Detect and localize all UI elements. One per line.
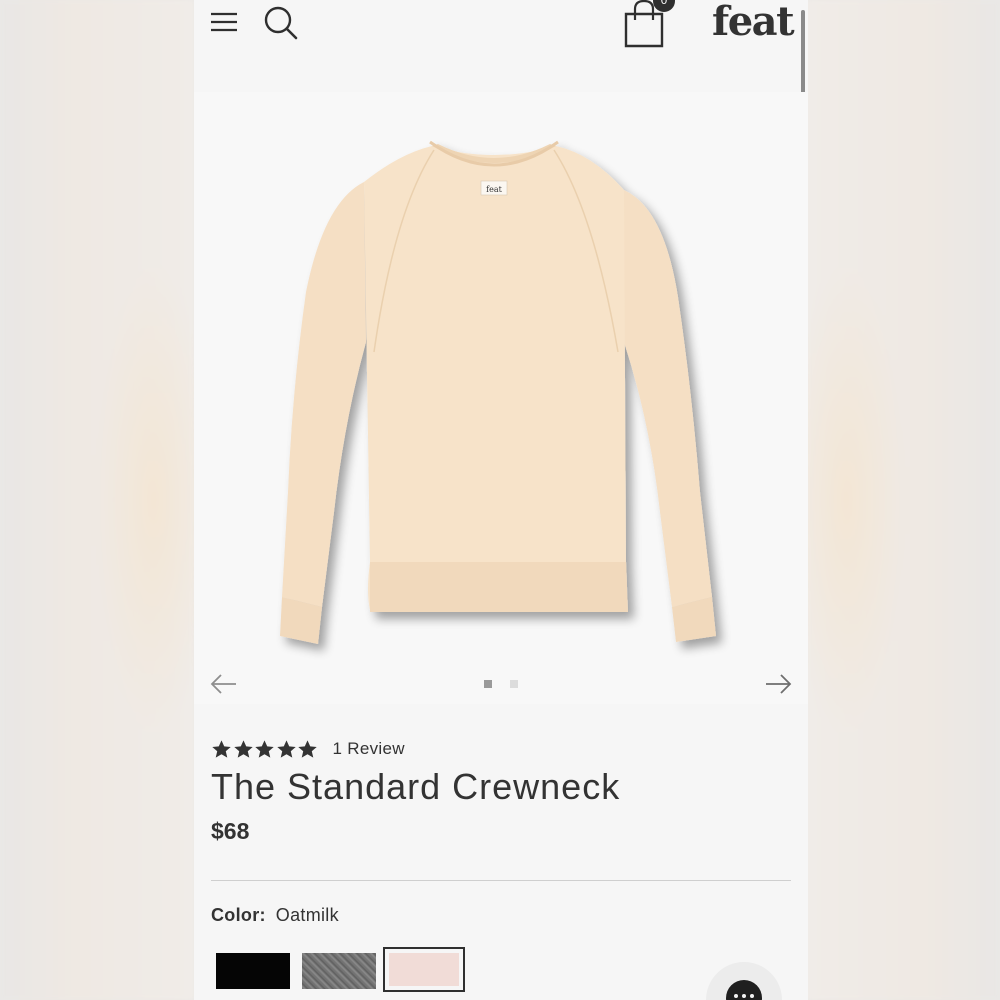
chat-widget-button[interactable] [706,962,782,1000]
feat-logo[interactable]: feat [712,0,795,45]
background-blur-left [0,0,214,1000]
product-image-crewneck[interactable]: feat [194,92,808,672]
chat-icon [726,980,762,1000]
product-rating[interactable]: 1 Review [211,737,405,761]
color-label: Color: [211,905,266,925]
phone-screen: 0 feat feat 1 Review The Standard Crewne… [194,0,808,1000]
star-icon [233,739,253,758]
garment-label-text: feat [486,185,502,194]
gallery-dot-2[interactable] [510,680,518,688]
color-swatch-oatmilk-fill [389,953,459,986]
ellipsis-icon [734,994,754,998]
product-title: The Standard Crewneck [211,766,621,807]
star-icon [276,739,296,758]
selected-color-name: Oatmilk [275,905,339,925]
search-icon[interactable] [262,4,298,40]
color-swatch-heather-gray[interactable] [302,953,376,989]
next-image-arrow-icon[interactable] [764,672,792,696]
product-price: $68 [211,818,250,844]
gallery-dot-1[interactable] [484,680,492,688]
product-gallery: feat [194,92,808,704]
color-swatch-oatmilk[interactable] [383,947,465,992]
hamburger-menu-icon[interactable] [210,10,238,34]
star-icon [255,739,274,758]
background-blur-right [786,0,1000,1000]
previous-image-arrow-icon[interactable] [210,672,238,696]
color-selection-label: Color: Oatmilk [211,905,339,926]
star-icon [298,739,317,758]
divider [211,880,791,881]
site-header: 0 feat [194,0,808,60]
color-swatch-black[interactable] [216,953,290,989]
star-icon [212,739,231,758]
review-count-link[interactable]: 1 Review [333,739,405,759]
